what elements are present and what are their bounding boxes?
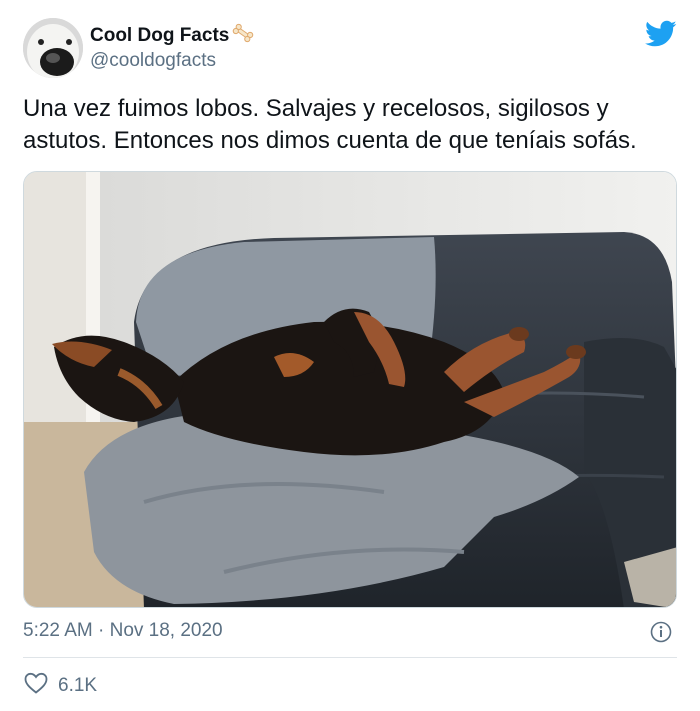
info-icon[interactable] (650, 621, 672, 643)
likes-row[interactable]: 6.1K (24, 672, 97, 699)
user-handle[interactable]: @cooldogfacts (90, 50, 216, 72)
twitter-bird-icon[interactable] (645, 20, 677, 48)
likes-count: 6.1K (58, 674, 98, 696)
avatar-image (23, 18, 83, 78)
tweet-text: Una vez fuimos lobos. Salvajes y recelos… (23, 95, 637, 154)
dog-on-sofa-photo (24, 172, 676, 607)
display-name[interactable]: Cool Dog Facts (90, 25, 229, 47)
tweet-photo[interactable] (23, 171, 677, 608)
tweet-timestamp[interactable]: 5:22 AM · Nov 18, 2020 (23, 620, 223, 642)
bone-icon (231, 23, 255, 48)
name-row: Cool Dog Facts (90, 23, 255, 48)
avatar[interactable] (23, 18, 83, 78)
divider (23, 657, 677, 658)
heart-icon[interactable] (24, 672, 48, 699)
